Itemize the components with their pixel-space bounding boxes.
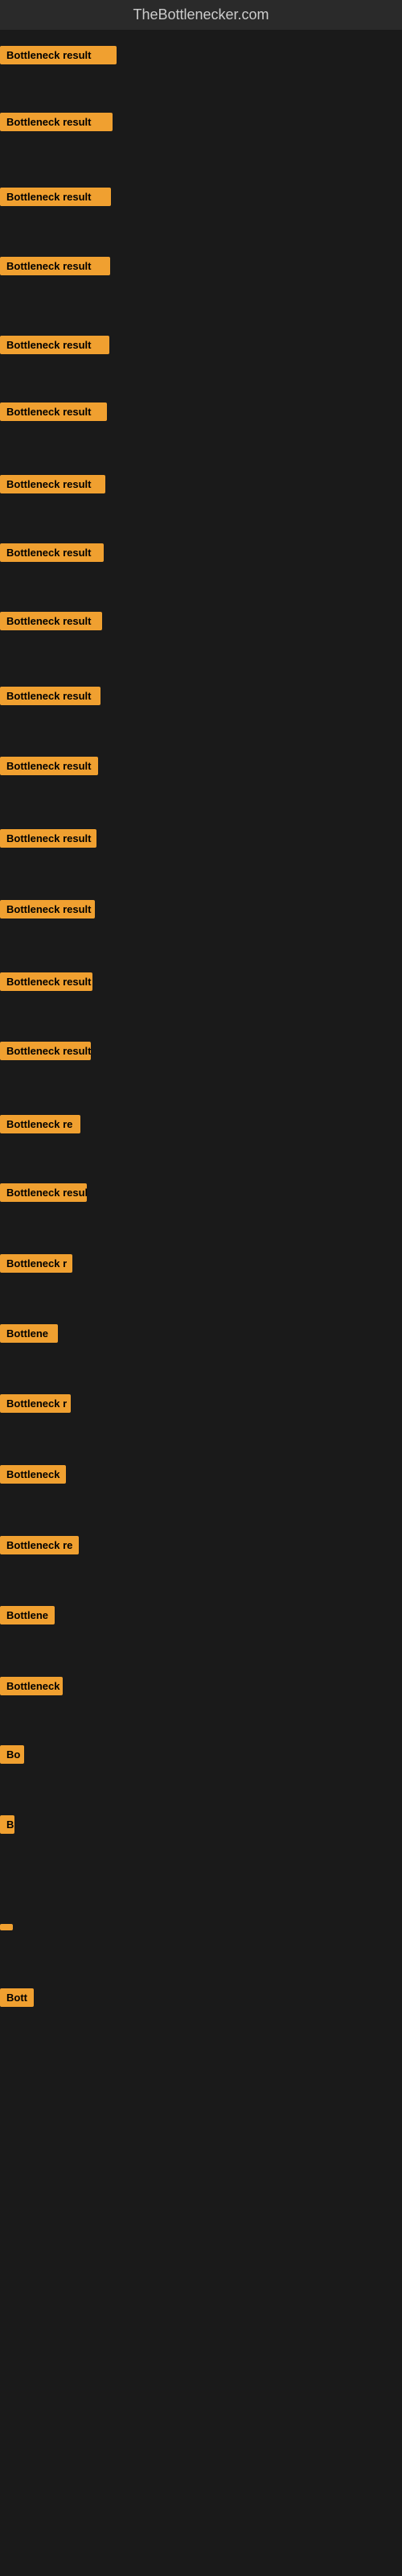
bottleneck-result-12[interactable]: Bottleneck result [0, 829, 96, 848]
bottleneck-result-11[interactable]: Bottleneck result [0, 757, 98, 775]
bottleneck-result-18[interactable]: Bottleneck r [0, 1254, 72, 1273]
bottleneck-result-7[interactable]: Bottleneck result [0, 475, 105, 493]
bottleneck-result-26[interactable]: B [0, 1815, 14, 1834]
bottleneck-result-20[interactable]: Bottleneck r [0, 1394, 71, 1413]
bottleneck-result-14[interactable]: Bottleneck result [0, 972, 92, 991]
bottleneck-result-9[interactable]: Bottleneck result [0, 612, 102, 630]
bottleneck-result-13[interactable]: Bottleneck result [0, 900, 95, 919]
bottleneck-result-17[interactable]: Bottleneck result [0, 1183, 87, 1202]
bottleneck-result-2[interactable]: Bottleneck result [0, 113, 113, 131]
bottleneck-result-16[interactable]: Bottleneck re [0, 1115, 80, 1133]
bottleneck-result-10[interactable]: Bottleneck result [0, 687, 100, 705]
bottleneck-result-24[interactable]: Bottleneck [0, 1677, 63, 1695]
bottleneck-result-28[interactable]: Bott [0, 1988, 34, 2007]
site-title: TheBottlenecker.com [0, 0, 402, 30]
bottleneck-result-22[interactable]: Bottleneck re [0, 1536, 79, 1554]
bottleneck-result-4[interactable]: Bottleneck result [0, 257, 110, 275]
bottleneck-result-8[interactable]: Bottleneck result [0, 543, 104, 562]
bottleneck-result-25[interactable]: Bo [0, 1745, 24, 1764]
bottleneck-result-23[interactable]: Bottlene [0, 1606, 55, 1624]
bottleneck-result-21[interactable]: Bottleneck [0, 1465, 66, 1484]
bottleneck-result-19[interactable]: Bottlene [0, 1324, 58, 1343]
bottleneck-result-15[interactable]: Bottleneck result [0, 1042, 91, 1060]
bottleneck-result-1[interactable]: Bottleneck result [0, 46, 117, 64]
bottleneck-result-6[interactable]: Bottleneck result [0, 402, 107, 421]
bottleneck-result-5[interactable]: Bottleneck result [0, 336, 109, 354]
bottleneck-result-27[interactable] [0, 1924, 13, 1930]
bottleneck-result-3[interactable]: Bottleneck result [0, 188, 111, 206]
